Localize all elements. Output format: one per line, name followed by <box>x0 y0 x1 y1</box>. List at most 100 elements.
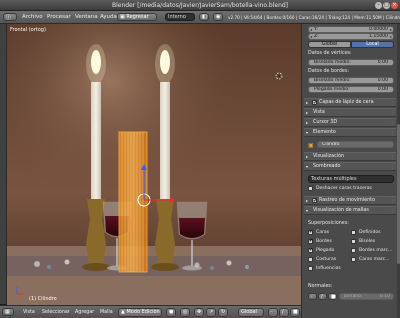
item-name-field[interactable]: Cilindro <box>317 141 394 148</box>
overlay-seams-label: Costuras <box>316 257 337 262</box>
backface-culling-label: Deshacer caras traseras <box>316 186 372 191</box>
render-engine-label: Interno <box>168 14 186 20</box>
menu-agregar[interactable]: Agregar <box>75 310 94 315</box>
panel-motion-tracking[interactable]: ▸ Rastreo de movimiento ⋮ <box>304 196 396 205</box>
overlay-crease-label: Plegado <box>316 248 335 253</box>
menu-ayuda[interactable]: Ayuda <box>100 14 117 20</box>
close-icon[interactable]: × <box>391 2 398 9</box>
maximize-icon[interactable]: □ <box>383 2 390 9</box>
overlays-label: Superposiciones: <box>308 221 349 226</box>
menu-archivo[interactable]: Archivo <box>22 14 43 20</box>
item-name-value: Cilindro <box>322 142 340 147</box>
render-engine-select[interactable]: Interno <box>165 13 195 21</box>
edge-crease-value: 0.00 <box>377 87 388 92</box>
grip-icon[interactable]: ⋮ <box>390 163 394 170</box>
menu-malla[interactable]: Malla <box>100 310 113 315</box>
minimize-icon[interactable]: – <box>375 2 382 9</box>
back-button-label: Regresar <box>126 14 149 20</box>
panel-mesh-display[interactable]: ▾ Visualización de mallas ⋮ <box>304 206 396 215</box>
panel-label: Rastreo de movimiento <box>319 198 375 203</box>
panel-item[interactable]: ▾ Elemento ⋮ <box>304 128 396 137</box>
overlay-seams-checkbox[interactable] <box>308 257 313 262</box>
motion-tracking-checkbox[interactable] <box>312 197 317 204</box>
info-header: ⓘ Archivo Procesar Ventana Ayuda ▣ Regre… <box>0 11 400 24</box>
panel-shading[interactable]: ▾ Sombreado ⋮ <box>304 162 396 171</box>
vertex-weight-field[interactable]: Biselado medio: 0.00 <box>308 59 394 66</box>
grip-icon[interactable]: ⋮ <box>390 119 394 126</box>
overlay-weights-checkbox[interactable] <box>308 266 313 271</box>
grease-pencil-checkbox[interactable] <box>312 99 317 106</box>
panel-display[interactable]: ▸ Visualización ⋮ <box>304 152 396 161</box>
panel-label: Visualización de mallas <box>313 208 369 213</box>
overlay-bevel-label: Biseles <box>359 239 376 244</box>
tab-global[interactable]: Global <box>308 41 351 48</box>
grip-icon[interactable]: ⋮ <box>390 99 394 106</box>
back-to-previous-button[interactable]: ▣ Regresar <box>117 13 157 21</box>
overlay-crease-checkbox[interactable] <box>308 247 313 253</box>
overlay-faces-label: Caras <box>316 230 330 235</box>
edge-data-header: Datos de bordes: <box>308 69 349 74</box>
location-z-field[interactable]: ◂ Z: 1.15000 ▸ <box>308 33 394 40</box>
face-select-icon[interactable]: ■ <box>290 308 300 317</box>
mode-label: Modo Edición <box>126 309 160 315</box>
panel-view[interactable]: ▸ Vista ⋮ <box>304 108 396 117</box>
3d-viewport[interactable]: Frontal (ortog) (1) Cilindro <box>7 24 301 305</box>
viewport-shading-icon[interactable]: ● <box>166 308 176 317</box>
normals-size-field[interactable]: Tamaño: 0.10 <box>339 293 394 300</box>
overlay-sharp-label: Definidos <box>359 230 381 235</box>
mode-select[interactable]: ▲ Modo Edición <box>118 308 162 317</box>
overlay-faces-checkbox[interactable] <box>308 229 313 235</box>
edge-bevel-label: Biselado medio: <box>314 78 351 83</box>
menu-vista[interactable]: Vista <box>23 310 35 315</box>
translate-icon[interactable]: ↗ <box>206 308 216 317</box>
shading-mode-label: Texturas múltiples <box>311 176 357 182</box>
overlay-marked-faces-checkbox[interactable] <box>351 257 356 262</box>
object-data-icon: ▣ <box>308 142 314 149</box>
edge-select-icon[interactable]: / <box>279 308 289 317</box>
panel-label: Cursor 3D <box>313 120 338 125</box>
overlay-edges-checkbox[interactable] <box>308 238 313 244</box>
grip-icon[interactable]: ⋮ <box>390 153 394 160</box>
face-normals-icon[interactable]: ■ <box>328 293 337 300</box>
active-object-label: (1) Cilindro <box>29 296 57 302</box>
shading-mode-select[interactable]: Texturas múltiples <box>308 175 394 183</box>
overlay-sharp-checkbox[interactable] <box>351 230 356 235</box>
panel-grease-pencil[interactable]: ▸ Capas de lápiz de cera ⋮ <box>304 98 396 107</box>
panel-3d-cursor[interactable]: ▸ Cursor 3D ⋮ <box>304 118 396 127</box>
decrement-icon[interactable]: ◂ <box>310 34 312 39</box>
orientation-label: Global <box>241 309 257 315</box>
grip-icon[interactable]: ⋮ <box>390 197 394 204</box>
expand-icon: ▸ <box>306 100 309 105</box>
editor-type-icon-3d[interactable]: ▦ <box>2 308 14 316</box>
edge-bevel-field[interactable]: Biselado medio: 0.00 <box>308 77 394 84</box>
edge-crease-label: Plegado medio: <box>314 87 350 92</box>
increment-icon[interactable]: ▸ <box>390 34 392 39</box>
menu-procesar[interactable]: Procesar <box>47 14 71 20</box>
scene-icon[interactable]: ◧ <box>199 13 209 21</box>
editor-type-icon[interactable]: ⓘ <box>3 13 17 21</box>
location-y-field[interactable]: ◂ Y: 0.00000 ▸ <box>308 26 394 33</box>
overlay-bevel-checkbox[interactable] <box>351 239 356 244</box>
rotate-icon[interactable]: ↻ <box>218 308 228 317</box>
transform-orientation-select[interactable]: Global <box>238 308 264 317</box>
manipulator-icon[interactable]: ✥ <box>194 308 204 317</box>
overlay-weights-label: Influencias <box>316 266 341 271</box>
backface-culling-checkbox[interactable] <box>308 186 313 191</box>
menu-seleccionar[interactable]: Seleccionar <box>42 310 70 315</box>
overlay-marked-edges-label: Bordes marc... <box>359 248 393 253</box>
vertex-select-icon[interactable]: · <box>268 308 278 317</box>
collapse-icon: ▾ <box>306 208 309 213</box>
menu-ventana[interactable]: Ventana <box>75 14 98 20</box>
overlay-marked-edges-checkbox[interactable] <box>351 248 356 253</box>
panel-label: Capas de lápiz de cera <box>319 100 374 105</box>
pivot-point-icon[interactable]: ◎ <box>180 308 190 317</box>
grip-icon[interactable]: ⋮ <box>390 129 394 136</box>
camera-icon[interactable]: ◉ <box>213 13 223 21</box>
grip-icon[interactable]: ⋮ <box>390 109 394 116</box>
edge-crease-field[interactable]: Plegado medio: 0.00 <box>308 86 394 93</box>
vertex-normals-icon[interactable]: · <box>308 293 317 300</box>
tool-shelf-strip[interactable] <box>0 24 7 304</box>
grip-icon[interactable]: ⋮ <box>390 207 394 214</box>
tab-local[interactable]: Local <box>351 41 394 48</box>
split-normals-icon[interactable]: / <box>318 293 327 300</box>
